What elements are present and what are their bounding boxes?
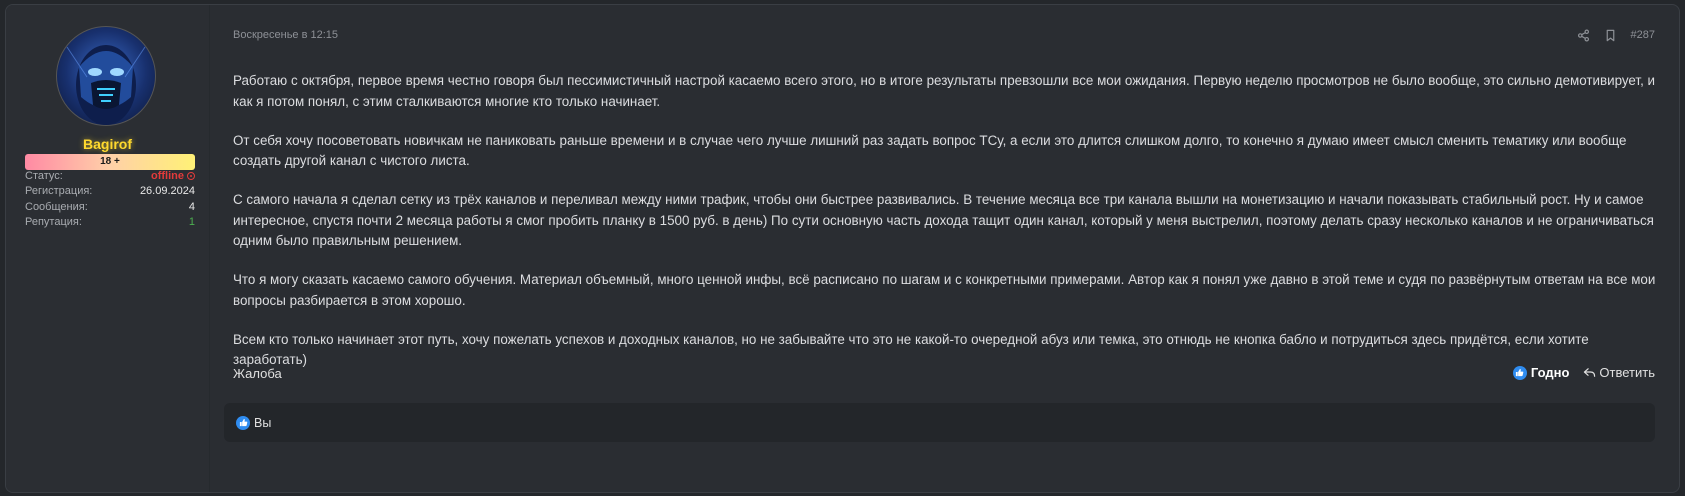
stat-label: Сообщения: <box>25 201 88 213</box>
offline-icon <box>187 172 195 180</box>
thumbs-up-icon <box>236 415 250 430</box>
stat-value: offline <box>151 168 195 184</box>
stat-messages: Сообщения: 4 <box>25 199 195 215</box>
reply-button[interactable]: Ответить <box>1599 365 1655 380</box>
share-icon[interactable] <box>1577 29 1590 42</box>
post-paragraph: С самого начала я сделал сетку из трёх к… <box>233 192 1654 248</box>
avatar[interactable] <box>56 26 156 126</box>
post-main: Воскресенье в 12:15 #287 Работаю с октяб… <box>216 5 1679 492</box>
stat-value: 1 <box>188 216 195 228</box>
post-paragraph: Работаю с октября, первое время честно г… <box>233 73 1656 109</box>
stat-value: 26.09.2024 <box>139 185 195 197</box>
stat-label: Репутация: <box>25 216 82 228</box>
author-sidebar: Bagirof 18 + Статус: offline Регистрация… <box>6 5 210 492</box>
stat-status: Статус: offline <box>25 168 195 184</box>
reply-icon[interactable] <box>1583 366 1596 379</box>
post-paragraph: От себя хочу посоветовать новичкам не па… <box>233 132 1627 169</box>
status-text: offline <box>151 170 184 182</box>
stat-value: 4 <box>188 201 195 213</box>
post-body: Работаю с октября, первое время честно г… <box>233 71 1665 389</box>
reactions-bar: Вы <box>224 403 1655 442</box>
thumbs-up-icon[interactable] <box>1512 365 1527 380</box>
post-actions: Годно Ответить <box>1512 365 1655 380</box>
post-paragraph: Что я могу сказать касаемо самого обучен… <box>233 272 1656 308</box>
reactions-list[interactable]: Вы <box>254 416 271 430</box>
like-button[interactable]: Годно <box>1531 365 1570 380</box>
stat-registration: Регистрация: 26.09.2024 <box>25 183 195 199</box>
stat-label: Регистрация: <box>25 185 93 197</box>
report-link[interactable]: Жалоба <box>233 366 282 381</box>
stat-label: Статус: <box>25 170 63 182</box>
bookmark-icon[interactable] <box>1604 29 1617 42</box>
avatar-image <box>66 45 146 125</box>
stat-reputation: Репутация: 1 <box>25 214 195 230</box>
post-tools: #287 <box>1577 27 1655 43</box>
post-number[interactable]: #287 <box>1631 29 1655 41</box>
username[interactable]: Bagirof <box>6 136 209 152</box>
post-paragraph: Всем кто только начинает этот путь, хочу… <box>233 331 1589 368</box>
forum-post: Bagirof 18 + Статус: offline Регистрация… <box>5 4 1680 493</box>
post-date[interactable]: Воскресенье в 12:15 <box>233 29 338 41</box>
